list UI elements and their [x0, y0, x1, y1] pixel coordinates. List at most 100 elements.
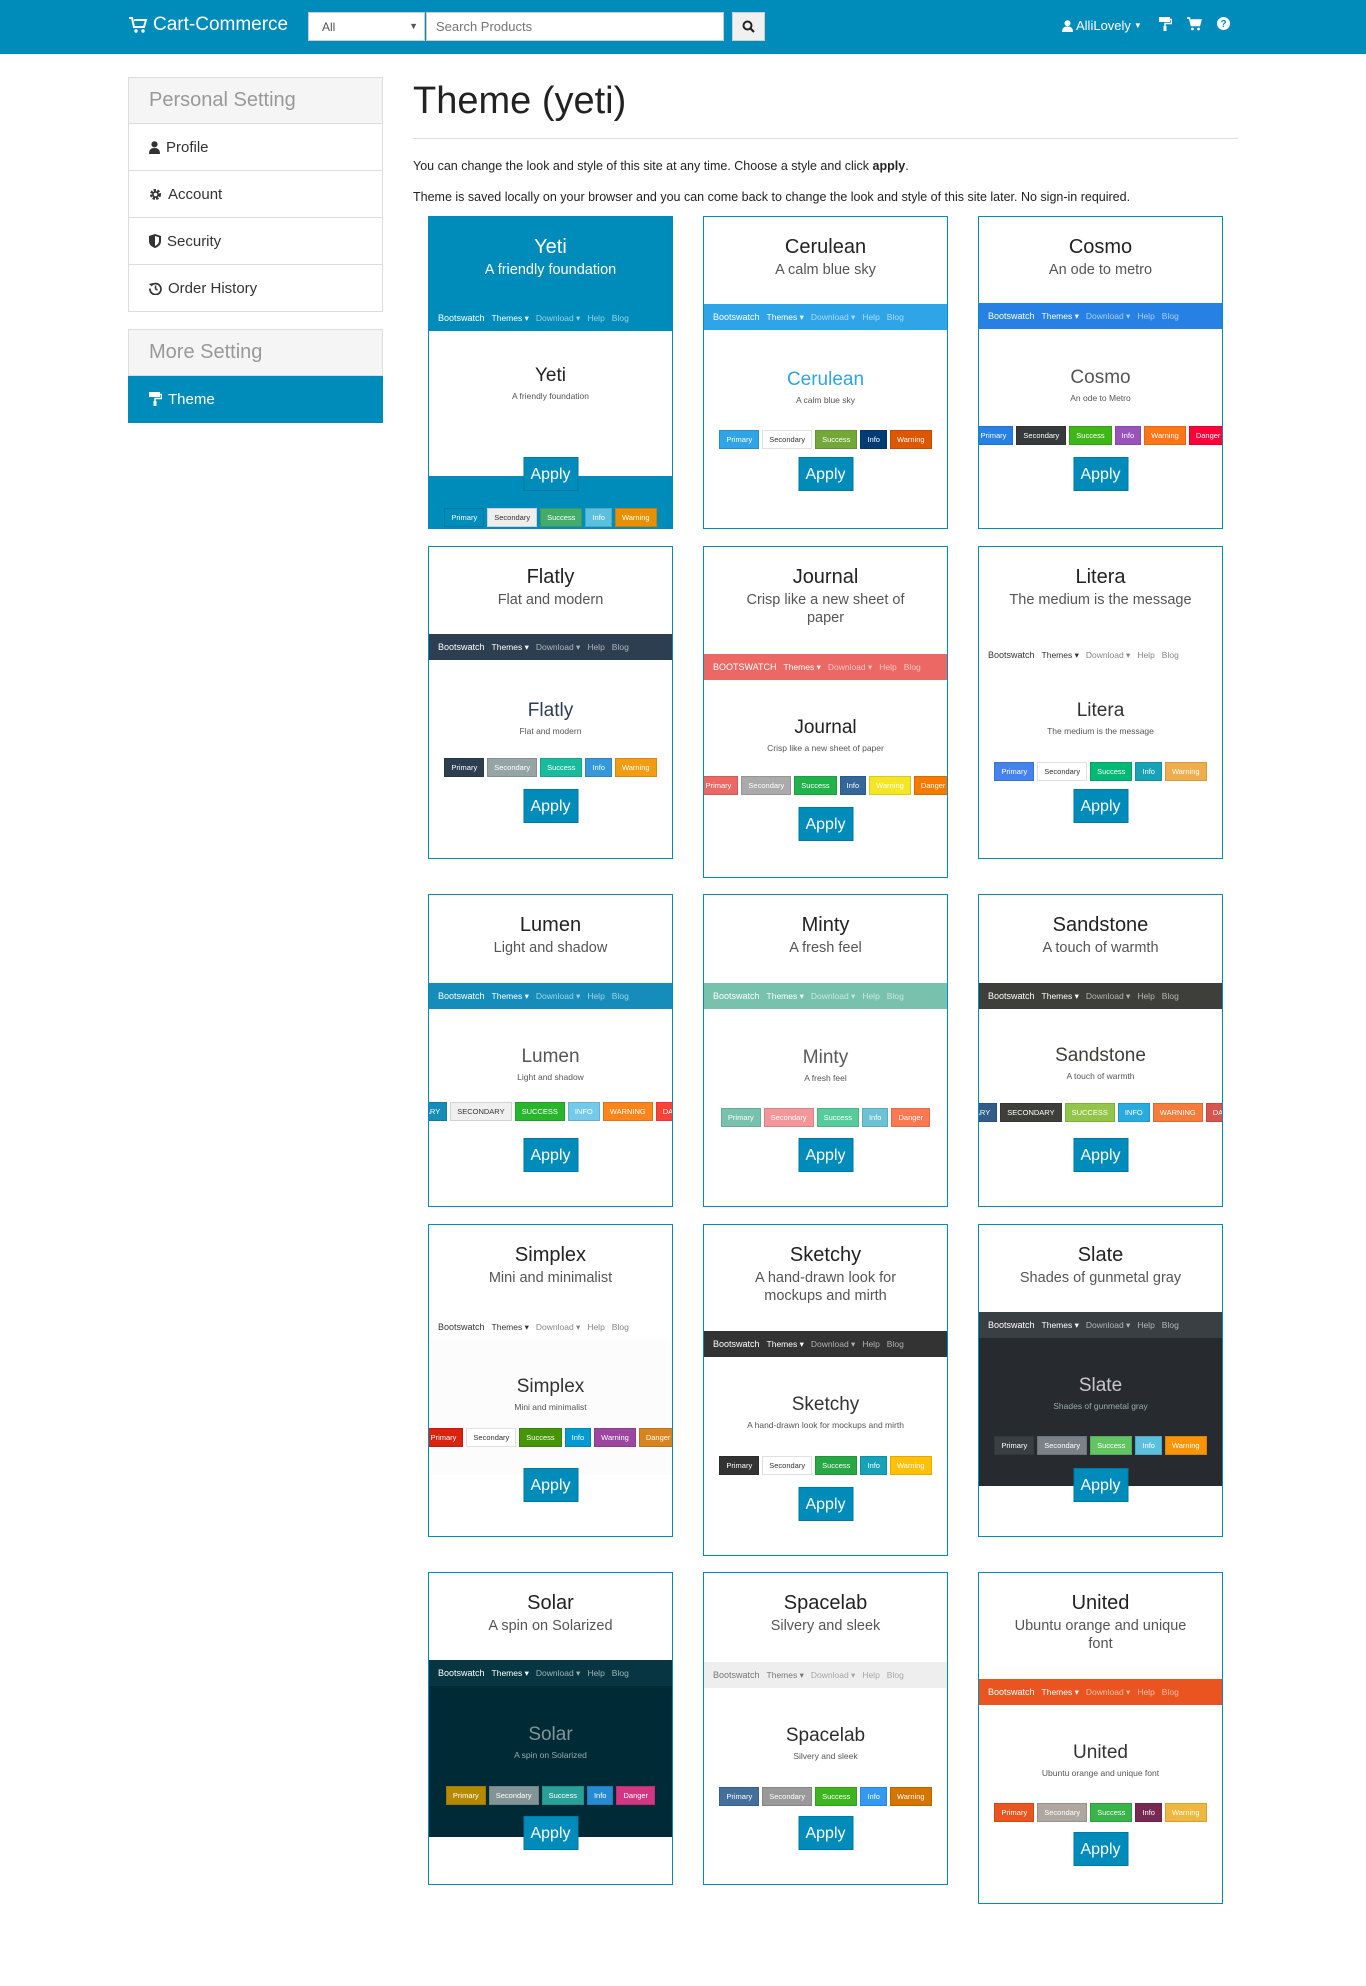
preview-button: Info: [1135, 762, 1162, 781]
preview-nav-download: Download ▾: [810, 1338, 856, 1349]
apply-button[interactable]: Apply: [1073, 1832, 1128, 1866]
caret-down-icon: ▼: [1133, 21, 1142, 30]
apply-button[interactable]: Apply: [523, 1816, 578, 1850]
search-input[interactable]: [426, 12, 724, 41]
apply-button[interactable]: Apply: [523, 1138, 578, 1172]
apply-button[interactable]: Apply: [1073, 1138, 1128, 1172]
theme-card-minty: Minty A fresh feel Bootswatch Themes ▾ Downl…: [703, 894, 948, 1207]
category-value: All: [322, 20, 336, 34]
apply-button[interactable]: Apply: [798, 1816, 853, 1850]
theme-roller-button[interactable]: [1159, 17, 1172, 31]
apply-button[interactable]: Apply: [798, 807, 853, 841]
apply-button[interactable]: Apply: [798, 457, 853, 491]
apply-button[interactable]: Apply: [1073, 457, 1128, 491]
preview-button: Info: [564, 1428, 592, 1447]
theme-card-litera: Litera The medium is the message Bootswatc…: [978, 546, 1223, 859]
preview-buttons: Primary Secondary Success Info Warning: [704, 1456, 947, 1475]
preview-navbar: Bootswatch Themes ▾ Download ▾ Help Blog: [429, 983, 672, 1009]
brand-logo[interactable]: Cart-Commerce: [128, 14, 288, 36]
preview-button: Info: [585, 758, 612, 777]
apply-button[interactable]: Apply: [798, 1487, 853, 1521]
apply-button[interactable]: Apply: [1073, 789, 1128, 823]
user-menu[interactable]: AlliLovely ▼: [1062, 18, 1142, 33]
theme-name: Lumen: [519, 914, 582, 936]
preview-button: Primary: [719, 430, 760, 449]
preview-nav-themes: Themes ▾: [1041, 1686, 1079, 1697]
preview-nav-blog: Blog: [611, 313, 629, 323]
sidebar-item-account[interactable]: Account: [128, 171, 383, 218]
preview-nav-download: Download ▾: [535, 990, 581, 1001]
preview-buttons: Primary Secondary Success Info Warning: [429, 758, 672, 777]
sidebar-item-order-history[interactable]: Order History: [128, 265, 383, 312]
preview-title: Yeti: [535, 365, 566, 386]
theme-name: Flatly: [526, 566, 575, 588]
preview-navbar: Bootswatch Themes ▾ Download ▾ Help Blog: [979, 642, 1222, 668]
apply-button[interactable]: Apply: [523, 789, 578, 823]
theme-description: A friendly foundation: [484, 262, 617, 278]
apply-button[interactable]: Apply: [523, 1468, 578, 1502]
sidebar-item-label: Security: [167, 232, 222, 250]
preview-button: Info: [1114, 426, 1142, 445]
question-circle-icon: ?: [1217, 17, 1230, 30]
preview-button: Info: [585, 508, 612, 527]
preview-body: Litera The medium is the message Primary Se…: [979, 668, 1222, 787]
preview-button: Success: [1090, 1436, 1133, 1455]
theme-name: Solar: [527, 1592, 574, 1614]
theme-card-spacelab: Spacelab Silvery and sleek Bootswatch Theme…: [703, 1572, 948, 1885]
preview-nav-help: Help: [587, 1322, 605, 1332]
preview-title: Spacelab: [785, 1725, 866, 1746]
preview-button: Secondary: [762, 1787, 813, 1806]
preview-subtitle: A calm blue sky: [795, 395, 856, 405]
preview-button: Warning: [889, 430, 932, 449]
theme-preview: Bootswatch Themes ▾ Download ▾ Help Blog Simp…: [429, 1314, 672, 1475]
apply-button[interactable]: Apply: [1073, 1468, 1128, 1502]
preview-brand: Bootswatch: [988, 991, 1035, 1001]
preview-button: Primary: [979, 426, 1014, 445]
theme-preview: Bootswatch Themes ▾ Download ▾ Help Blog Cosm…: [979, 303, 1222, 449]
preview-nav-blog: Blog: [903, 662, 921, 672]
sidebar-item-theme[interactable]: Theme: [128, 376, 383, 423]
preview-navbar: Bootswatch Themes ▾ Download ▾ Help Blog: [704, 1331, 947, 1357]
search-button[interactable]: [732, 12, 765, 41]
preview-button: Primary: [429, 1428, 464, 1447]
preview-nav-download: Download ▾: [535, 1321, 581, 1332]
theme-card-simplex: Simplex Mini and minimalist Bootswatch Them…: [428, 1224, 673, 1537]
intro-text: You can change the look and style of thi…: [413, 159, 1313, 173]
apply-button[interactable]: Apply: [523, 457, 578, 491]
preview-button: Info: [860, 1787, 887, 1806]
sidebar-item-security[interactable]: Security: [128, 218, 383, 265]
preview-subtitle: Flat and modern: [519, 726, 582, 736]
preview-nav-themes: Themes ▾: [766, 311, 804, 322]
help-button[interactable]: ?: [1217, 17, 1230, 30]
more-setting-header: More Setting: [128, 329, 383, 376]
preview-body: Simplex Mini and minimalist Primary Seconda…: [429, 1340, 672, 1475]
preview-button: Success: [816, 1108, 859, 1127]
preview-nav-download: Download ▾: [1085, 649, 1131, 660]
preview-button: Danger: [913, 776, 947, 795]
cart-button[interactable]: [1187, 17, 1202, 31]
preview-navbar: Bootswatch Themes ▾ Download ▾ Help Blog: [979, 303, 1222, 329]
preview-body: Sandstone A touch of warmth PRIMARYSECONDA…: [979, 1009, 1222, 1124]
preview-button: Warning: [594, 1428, 636, 1447]
theme-card-cosmo: Cosmo An ode to metro Bootswatch Themes ▾ Do…: [978, 216, 1223, 529]
sidebar-item-profile[interactable]: Profile: [128, 124, 383, 171]
theme-name: Sketchy: [789, 1244, 862, 1266]
preview-nav-help: Help: [1137, 311, 1155, 321]
preview-button: Danger: [1188, 426, 1222, 445]
theme-name: Cosmo: [1068, 236, 1133, 258]
theme-name: Slate: [1077, 1244, 1124, 1266]
main-content: Theme (yeti) You can change the look and…: [413, 77, 1238, 204]
category-select[interactable]: All ▼: [308, 12, 425, 41]
preview-buttons: Primary Secondary Success Info Warning: [704, 430, 947, 449]
theme-preview: Bootswatch Themes ▾ Download ▾ Help Blog Sola…: [429, 1660, 672, 1837]
preview-button: WARNING: [1152, 1103, 1203, 1122]
sidebar-item-label: Profile: [166, 138, 209, 156]
theme-card-solar: Solar A spin on Solarized Bootswatch Themes…: [428, 1572, 673, 1885]
apply-button[interactable]: Apply: [798, 1138, 853, 1172]
preview-nav-help: Help: [587, 1668, 605, 1678]
preview-nav-blog: Blog: [886, 1670, 904, 1680]
preview-buttons: PRIMARYSECONDARYSUCCESSINFOWARNINGDANGER: [429, 1102, 672, 1121]
preview-buttons: PRIMARYSECONDARYSUCCESSINFOWARNINGDANGER: [979, 1103, 1222, 1122]
username: AlliLovely: [1076, 18, 1131, 33]
preview-button: Primary: [704, 776, 739, 795]
